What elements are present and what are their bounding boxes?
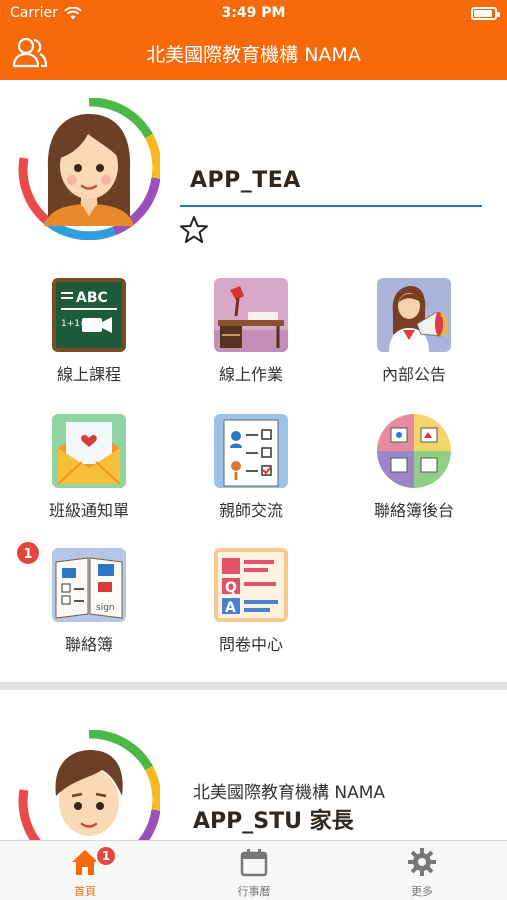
menu-item-label: 線上作業 — [218, 365, 283, 384]
menu-item-label: 聯絡簿 — [64, 635, 113, 654]
bottom-tab-bar: 1 首頁 行事曆 更多 — [0, 840, 507, 900]
contact-book-admin-icon — [377, 414, 451, 488]
menu-item-online-homework[interactable]: 線上作業 — [191, 278, 311, 385]
svg-text:sign: sign — [96, 603, 115, 613]
menu-item-survey-center[interactable]: Q A 問卷中心 — [191, 548, 311, 655]
menu-item-label: 親師交流 — [218, 501, 283, 520]
tab-label: 首頁 — [74, 885, 96, 898]
menu-item-parent-teacher[interactable]: 親師交流 — [191, 414, 311, 521]
internal-announcement-icon — [377, 278, 451, 352]
online-course-icon: ABC 1+1= — [52, 278, 126, 352]
calendar-icon — [240, 849, 268, 877]
svg-text:A: A — [225, 600, 236, 616]
class-notice-icon — [52, 414, 126, 488]
status-bar: Carrier 3:49 PM — [0, 0, 507, 28]
menu-item-label: 問卷中心 — [218, 635, 283, 654]
menu-item-label: 聯絡簿後台 — [373, 501, 454, 520]
svg-text:ABC: ABC — [76, 290, 108, 306]
contact-book-icon: sign — [52, 548, 126, 622]
menu-item-label: 線上課程 — [56, 365, 121, 384]
card-user-name: APP_STU 家長 — [193, 809, 354, 834]
tab-label: 行事曆 — [237, 885, 271, 898]
tab-home[interactable]: 1 首頁 — [25, 841, 145, 900]
profile-name: APP_TEA — [190, 168, 301, 193]
menu-item-label: 內部公告 — [381, 365, 446, 384]
home-badge: 1 — [95, 845, 117, 867]
svg-text:Q: Q — [225, 580, 237, 596]
menu-item-contact-book-admin[interactable]: 聯絡簿後台 — [354, 414, 474, 521]
name-underline — [180, 205, 482, 207]
online-homework-icon — [214, 278, 288, 352]
battery-icon — [471, 7, 500, 20]
tab-label: 更多 — [411, 885, 433, 898]
menu-item-online-course[interactable]: ABC 1+1= 線上課程 — [29, 278, 149, 385]
page-title: 北美國際教育機構 NAMA — [146, 44, 361, 66]
menu-item-class-notice[interactable]: 班級通知單 — [29, 414, 149, 521]
survey-center-icon: Q A — [214, 548, 288, 622]
notification-badge: 1 — [15, 540, 41, 566]
status-time: 3:49 PM — [221, 5, 286, 21]
menu-item-internal-announcement[interactable]: 內部公告 — [354, 278, 474, 385]
top-header: Carrier 3:49 PM 北美國際教育機構 NAMA — [0, 0, 507, 80]
menu-item-contact-book[interactable]: sign 聯絡簿 1 — [15, 540, 149, 655]
menu-item-label: 班級通知單 — [48, 501, 129, 520]
tab-calendar[interactable]: 行事曆 — [194, 841, 314, 900]
parent-teacher-icon — [214, 414, 288, 488]
section-divider — [0, 682, 507, 690]
tab-more[interactable]: 更多 — [362, 841, 482, 900]
card-org-name: 北美國際教育機構 NAMA — [193, 783, 386, 803]
gear-icon — [408, 848, 436, 876]
teacher-avatar[interactable] — [18, 97, 162, 241]
star-icon[interactable] — [178, 214, 210, 246]
